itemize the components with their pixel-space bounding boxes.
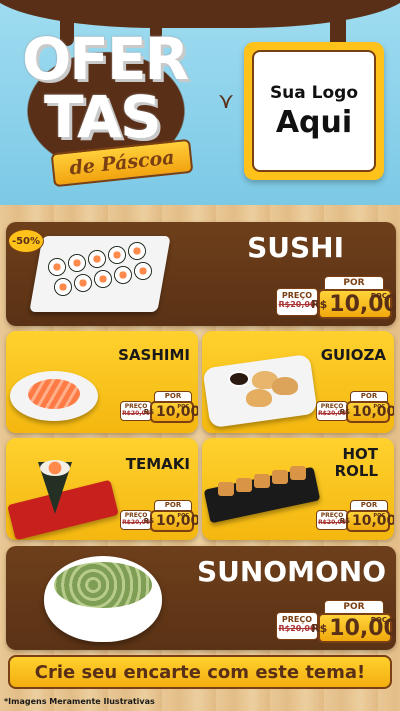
- product-title: HOT ROLL: [334, 445, 378, 481]
- unit-label: POÇ: [370, 616, 387, 624]
- product-card-sushi[interactable]: SUSHI POR PREÇO R$20,00 R$ 10,00 POÇ: [6, 222, 396, 326]
- product-card-guioza[interactable]: GUIOZA POR PREÇO R$20,00 R$ 10,00 POÇ: [202, 331, 394, 433]
- product-card-sunomono[interactable]: SUNOMONO POR PREÇO R$20,00 R$ 10,00 POÇ: [6, 546, 396, 650]
- new-price-box: R$ 10,00 POÇ: [311, 289, 396, 319]
- sunomono-bowl-image: [44, 550, 162, 646]
- logo-placeholder[interactable]: Sua Logo Aqui: [244, 42, 384, 180]
- logo-inner: Sua Logo Aqui: [252, 50, 376, 172]
- new-price-box: R$ 10,00 POÇ: [340, 510, 394, 532]
- new-price-box: R$ 10,00 POÇ: [311, 613, 396, 643]
- product-card-hot-roll[interactable]: HOT ROLL POR PREÇO R$20,00 R$ 10,00 POÇ: [202, 438, 394, 540]
- sushi-platter-image: [29, 230, 171, 318]
- headline-line1: OFER: [22, 25, 189, 93]
- product-title-line2: ROLL: [334, 462, 378, 481]
- guioza-plate-image: [202, 349, 318, 429]
- headline-line2: TAS: [44, 83, 162, 151]
- product-card-sashimi[interactable]: SASHIMI POR PREÇO R$20,00 R$ 10,00 POÇ: [6, 331, 198, 433]
- currency: R$: [143, 517, 154, 525]
- currency: R$: [143, 408, 154, 416]
- bunny-ears-icon: ⋎: [218, 89, 235, 114]
- product-title: SASHIMI: [118, 346, 190, 364]
- new-price-box: R$ 10,00 POÇ: [340, 401, 394, 423]
- unit-label: POÇ: [177, 513, 189, 519]
- product-title: SUSHI: [247, 231, 344, 264]
- unit-label: POÇ: [373, 404, 385, 410]
- product-title: GUIOZA: [320, 346, 386, 364]
- unit-label: POÇ: [370, 292, 387, 300]
- por-label: POR: [324, 276, 384, 290]
- currency: R$: [311, 297, 328, 311]
- disclaimer-text: *Imagens Meramente Ilustrativas: [4, 697, 155, 706]
- currency: R$: [339, 408, 350, 416]
- hot-roll-plate-image: [203, 460, 321, 530]
- cta-banner[interactable]: Crie seu encarte com este tema!: [8, 655, 392, 689]
- discount-badge: -50%: [8, 229, 44, 253]
- product-title: SUNOMONO: [196, 555, 386, 588]
- sashimi-plate-image: [10, 353, 100, 425]
- temaki-plate-image: [7, 456, 119, 540]
- product-card-temaki[interactable]: TEMAKI POR PREÇO R$20,00 R$ 10,00 POÇ: [6, 438, 198, 540]
- por-label: POR: [324, 600, 384, 614]
- unit-label: POÇ: [177, 404, 189, 410]
- logo-text-line2: Aqui: [275, 104, 353, 140]
- logo-text-line1: Sua Logo: [269, 82, 359, 103]
- new-price-box: R$ 10,00 POÇ: [144, 510, 198, 532]
- unit-label: POÇ: [373, 513, 385, 519]
- currency: R$: [311, 621, 328, 635]
- currency: R$: [339, 517, 350, 525]
- product-title: TEMAKI: [125, 455, 190, 473]
- product-title-line1: HOT: [342, 445, 378, 463]
- new-price-box: R$ 10,00 POÇ: [144, 401, 198, 423]
- header-banner: OFER TAS de Páscoa ⋎ Sua Logo Aqui: [0, 0, 400, 205]
